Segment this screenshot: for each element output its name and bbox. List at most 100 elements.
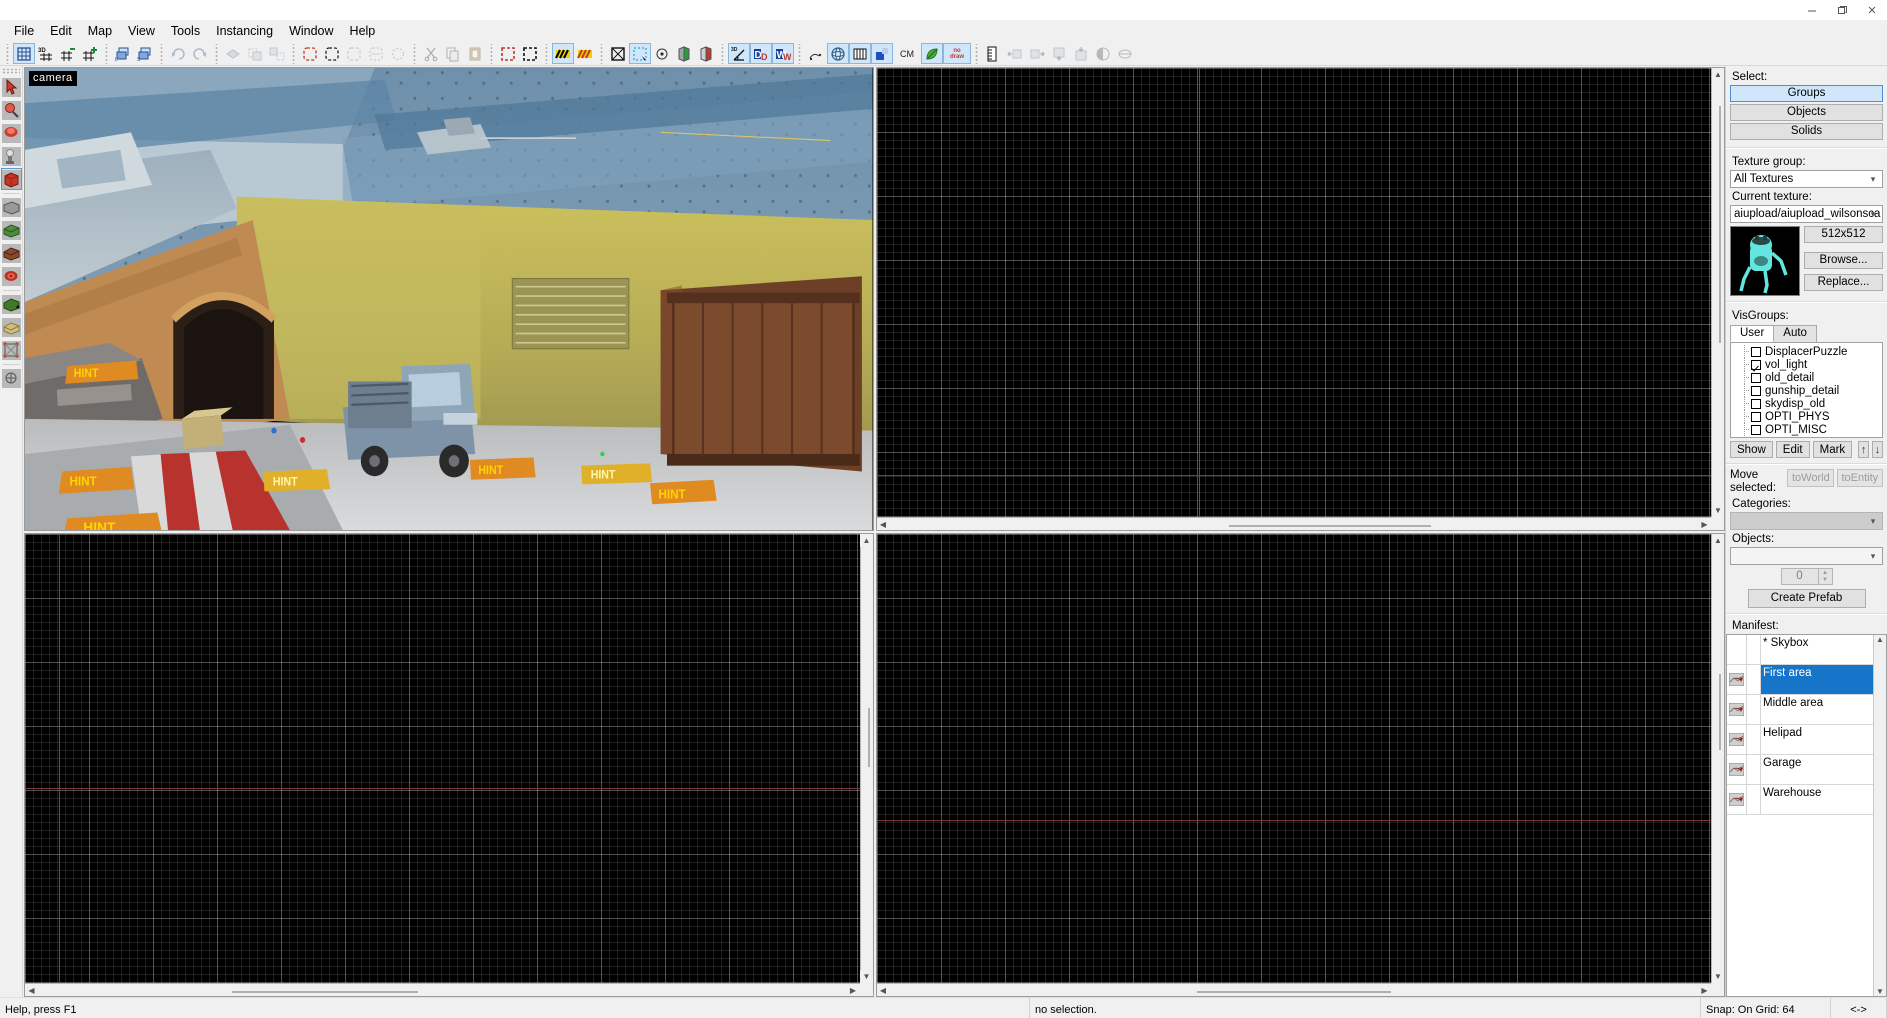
to-world-button[interactable]: toWorld [1787,469,1834,487]
visgroup-checkbox[interactable] [1751,359,1761,370]
select-groups-button[interactable]: Groups [1730,85,1883,102]
toolbar-grip[interactable] [719,43,726,64]
scroll-down-arrow[interactable]: ▼ [1711,504,1725,517]
toggle-2d-grid-icon[interactable] [13,43,35,64]
scroll-up-arrow[interactable]: ▲ [1876,635,1884,644]
carve-icon[interactable] [222,43,244,64]
cut-icon[interactable] [420,43,442,64]
minimize-button[interactable] [1797,0,1827,20]
toolbar-grip[interactable] [973,43,980,64]
show-detail-icon[interactable]: WW [772,43,794,64]
scroll-right-arrow[interactable]: ▶ [1698,517,1711,530]
menu-help[interactable]: Help [342,21,384,41]
toggle-models-icon[interactable] [673,43,695,64]
visgroup-item[interactable]: skydisp_old [1731,397,1882,410]
hscroll-thumb[interactable] [232,991,418,993]
apply-decals-icon[interactable] [1,242,22,264]
hidden-toggle-icon[interactable] [1114,43,1136,64]
toolbar-grip[interactable] [543,43,550,64]
show-detail-leaf-icon[interactable] [921,43,943,64]
redo-icon[interactable] [189,43,211,64]
show-angles-icon[interactable]: 3D [728,43,750,64]
maximize-button[interactable] [1827,0,1857,20]
viewport-side-vscroll[interactable]: ▲ ▼ [1711,534,1725,983]
vscroll-thumb[interactable] [1719,106,1721,344]
move-to-previous-icon[interactable] [1004,43,1026,64]
visgroup-checkbox[interactable] [1751,411,1761,422]
viewport-top-hscroll[interactable]: ◀ ▶ [876,517,1711,530]
menu-file[interactable]: File [6,21,42,41]
hscroll-thumb[interactable] [1196,991,1391,993]
move-down-icon[interactable]: ↓ [1872,441,1883,458]
browse-button[interactable]: Browse... [1804,252,1883,269]
visgroup-item[interactable]: OPTI_PHYS [1731,410,1882,423]
viewport-front-vscroll[interactable]: ▲ ▼ [859,534,873,983]
half-visible-icon[interactable] [1092,43,1114,64]
scroll-left-arrow[interactable]: ◀ [876,983,890,996]
prefab-count-stepper[interactable]: ▲ ▼ [1818,568,1833,585]
scroll-up-arrow[interactable]: ▲ [1711,534,1725,547]
mark-button[interactable]: Mark [1812,441,1853,458]
vertex-tool-icon[interactable] [1,293,22,315]
toolbar-grip[interactable] [488,43,495,64]
push-into-instance-icon[interactable] [1070,43,1092,64]
scroll-down-arrow[interactable]: ▼ [1711,970,1725,983]
manifest-checkbox[interactable] [1747,695,1761,724]
hide-selection-icon[interactable] [387,43,409,64]
viewport-2d-front[interactable]: ▲ ▼ ◀ ▶ [24,533,874,997]
block-tool-icon[interactable] [0,168,22,190]
viewport-front-hscroll[interactable]: ◀ ▶ [25,983,860,996]
ignore-groups-icon[interactable] [365,43,387,64]
magnify-tool-icon[interactable] [1,99,22,121]
edit-button[interactable]: Edit [1775,441,1810,458]
create-prefab-button[interactable]: Create Prefab [1747,589,1866,608]
toolbar-grip[interactable] [2,68,20,74]
viewport-2d-top[interactable]: ▲ ▼ ◀ ▶ [875,67,1725,531]
copy-icon[interactable] [442,43,464,64]
toolbar-grip[interactable] [103,43,110,64]
texture-lock-icon[interactable] [552,43,574,64]
prefab-count-input[interactable]: 0 [1780,568,1819,585]
nodraw-toggle-icon[interactable]: no draw [943,43,971,64]
toolbar-grip[interactable] [598,43,605,64]
toolbar-grip[interactable] [4,43,11,64]
select-groups-icon[interactable] [299,43,321,64]
objects-combo[interactable]: ▾ [1730,547,1883,565]
show-lightmap-icon[interactable] [871,43,893,64]
replace-button[interactable]: Replace... [1804,274,1883,291]
viewport-3d-canvas[interactable]: camera HINT HINT HINT HINT HINT HINT HIN… [25,68,873,530]
menu-edit[interactable]: Edit [42,21,80,41]
grid-smaller-icon[interactable] [57,43,79,64]
hscroll-thumb[interactable] [1229,525,1432,527]
current-texture-combo[interactable]: aiupload/aiupload_wilsonsca ▾ [1730,205,1883,223]
scroll-up-arrow[interactable]: ▲ [860,534,873,547]
manifest-scrollbar[interactable]: ▲ ▼ [1873,635,1886,996]
manifest-list[interactable]: * Skybox First area Middle area Helipad Gara… [1726,634,1887,997]
visgroup-checkbox[interactable] [1751,346,1761,357]
toggle-cordon-icon[interactable] [497,43,519,64]
move-to-next-icon[interactable] [1026,43,1048,64]
overlay-tool-icon[interactable] [1,339,22,361]
collapse-instance-icon[interactable] [1048,43,1070,64]
toggle-models-fade-icon[interactable] [695,43,717,64]
manifest-row[interactable]: First area [1727,665,1873,695]
viewport-2d-side-canvas[interactable] [876,534,1724,996]
toolbar-grip[interactable] [411,43,418,64]
displacement-tool-icon[interactable] [1,316,22,338]
viewport-2d-front-canvas[interactable] [25,534,873,996]
edit-cordon-icon[interactable] [519,43,541,64]
toggle-helpers-icon[interactable] [607,43,629,64]
toolbar-grip[interactable] [158,43,165,64]
manifest-checkbox[interactable] [1747,635,1761,664]
visgroup-checkbox[interactable] [1751,372,1761,383]
visgroup-checkbox[interactable] [1751,398,1761,409]
ungroup-icon[interactable] [266,43,288,64]
tab-auto[interactable]: Auto [1773,325,1817,342]
vscroll-thumb[interactable] [1719,673,1721,751]
manifest-checkbox[interactable] [1747,665,1761,694]
scroll-left-arrow[interactable]: ◀ [25,983,38,996]
select-solids-button[interactable]: Solids [1730,123,1883,140]
toggle-texture-app-icon[interactable] [1,196,22,218]
manifest-checkbox[interactable] [1747,725,1761,754]
visgroups-list[interactable]: DisplacerPuzzle vol_light old_detail gunshi… [1730,342,1883,438]
